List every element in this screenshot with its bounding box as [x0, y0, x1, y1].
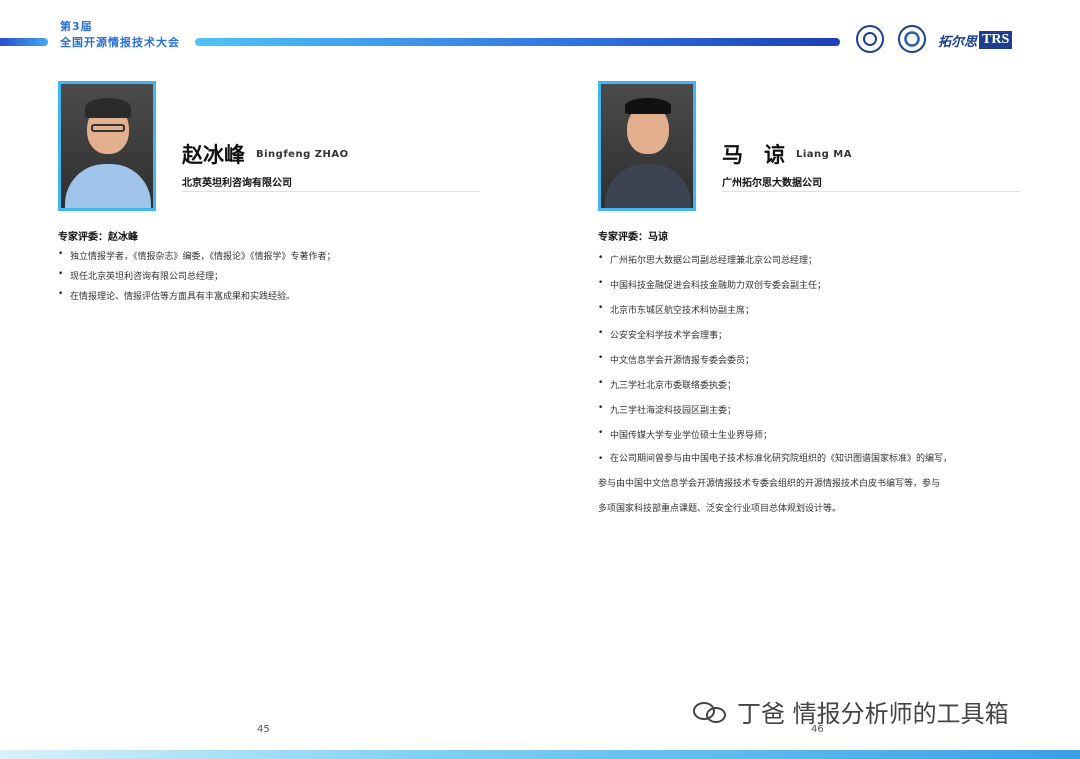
watermark-text: 丁爸 情报分析师的工具箱	[737, 700, 1009, 728]
profile-company: 广州拓尔思大数据公司	[722, 178, 822, 189]
profile-name-en: Bingfeng ZHAO	[256, 149, 349, 160]
list-item: 现任北京英坦利咨询有限公司总经理；	[58, 269, 498, 289]
list-item-line: 在公司期间曾参与由中国电子技术标准化研究院组织的《知识图谱国家标准》的编写，	[610, 454, 953, 464]
profile-divider	[722, 191, 1020, 192]
wechat-icon	[693, 700, 729, 724]
trs-logo-en: TRS	[979, 31, 1013, 49]
bio-list: 广州拓尔思大数据公司副总经理兼北京公司总经理； 中国科技金融促进会科技金融助力双…	[598, 253, 1038, 522]
list-item: 在情报理论、情报评估等方面具有丰富成果和实践经验。	[58, 289, 498, 309]
list-item: 中文信息学会开源情报专委会委员；	[598, 353, 1038, 378]
institute-emblem-logo	[898, 25, 926, 53]
profile-name-cn: 马 谅	[722, 143, 785, 167]
list-item-line: 参与由中国中文信息学会开源情报技术专委会组织的开源情报技术白皮书编写等，参与	[598, 479, 941, 489]
profile-company: 北京英坦利咨询有限公司	[182, 178, 292, 189]
list-item: 独立情报学者，《情报杂志》编委，《情报论》《情报学》专著作者；	[58, 249, 498, 269]
list-item: 在公司期间曾参与由中国电子技术标准化研究院组织的《知识图谱国家标准》的编写， 参…	[598, 447, 1038, 522]
university-seal-logo	[856, 25, 884, 53]
list-item: 九三学社海淀科技园区副主委；	[598, 403, 1038, 428]
page-number-left: 45	[257, 724, 270, 735]
list-item: 公安安全科学技术学会理事；	[598, 328, 1038, 353]
list-item: 九三学社北京市委联络委执委；	[598, 378, 1038, 403]
profile-divider	[182, 191, 480, 192]
header-accent-bar	[195, 38, 840, 46]
profile-photo-ma	[598, 81, 696, 211]
trs-logo: 拓尔思 TRS	[938, 29, 1013, 51]
list-item: 中国科技金融促进会科技金融助力双创专委会副主任；	[598, 278, 1038, 303]
header-conference-title: 全国开源情报技术大会	[60, 36, 180, 49]
footer-gradient-bar	[0, 750, 1080, 759]
trs-logo-cn: 拓尔思	[938, 34, 978, 50]
watermark: 丁爸 情报分析师的工具箱	[693, 694, 1009, 729]
list-item: 北京市东城区航空技术科协副主席；	[598, 303, 1038, 328]
list-item: 广州拓尔思大数据公司副总经理兼北京公司总经理；	[598, 253, 1038, 278]
list-item-line: 多项国家科技部重点课题、泛安全行业项目总体规划设计等。	[598, 504, 842, 514]
profile-name-en: Liang MA	[796, 149, 852, 160]
profile-photo-zhao	[58, 81, 156, 211]
header-accent-bar-left	[0, 38, 48, 46]
bio-list: 独立情报学者，《情报杂志》编委，《情报论》《情报学》专著作者； 现任北京英坦利咨…	[58, 249, 498, 309]
reviewer-label: 专家评委：赵冰峰	[58, 232, 138, 243]
header-edition: 第3届	[60, 20, 93, 33]
reviewer-label: 专家评委：马谅	[598, 232, 668, 243]
profile-name-cn: 赵冰峰	[182, 143, 245, 167]
